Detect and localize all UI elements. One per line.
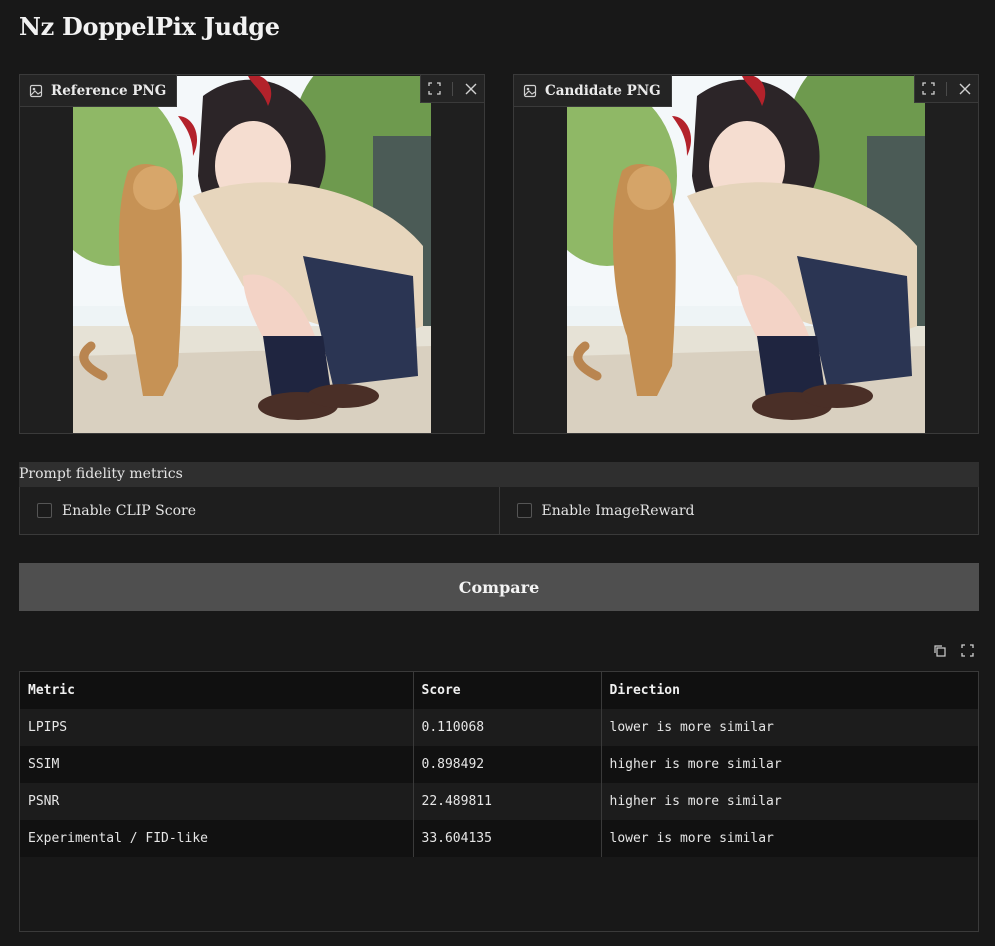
toolbar-divider xyxy=(946,81,947,96)
image-icon xyxy=(29,84,43,98)
direction-cell[interactable]: higher is more similar xyxy=(601,746,978,783)
metric-cell[interactable]: LPIPS xyxy=(20,709,414,746)
metric-cell[interactable]: SSIM xyxy=(20,746,414,783)
metric-cell[interactable]: PSNR xyxy=(20,783,414,820)
reference-image xyxy=(73,76,431,433)
toolbar-divider xyxy=(452,81,453,96)
candidate-image-label: Candidate PNG xyxy=(514,75,672,107)
imagereward-option[interactable]: Enable ImageReward xyxy=(498,487,979,534)
results-table: Metric Score Direction LPIPS 0.110068 lo… xyxy=(19,671,979,932)
table-row: LPIPS 0.110068 lower is more similar xyxy=(20,709,978,746)
results-toolbar xyxy=(931,642,975,658)
copy-icon[interactable] xyxy=(931,642,947,658)
score-cell[interactable]: 22.489811 xyxy=(413,783,602,820)
table-row: Experimental / FID-like 33.604135 lower … xyxy=(20,820,978,857)
candidate-label-text: Candidate PNG xyxy=(545,82,661,99)
direction-cell[interactable]: higher is more similar xyxy=(601,783,978,820)
candidate-image-panel[interactable]: Candidate PNG xyxy=(513,74,979,434)
page-title: Nz DoppelPix Judge xyxy=(19,12,280,41)
score-cell[interactable]: 33.604135 xyxy=(413,820,602,857)
direction-cell[interactable]: lower is more similar xyxy=(601,709,978,746)
table-row: PSNR 22.489811 higher is more similar xyxy=(20,783,978,820)
clip-score-option[interactable]: Enable CLIP Score xyxy=(20,487,499,534)
candidate-image xyxy=(567,76,925,433)
image-icon xyxy=(523,84,537,98)
prompt-fidelity-options: Enable CLIP Score Enable ImageReward xyxy=(19,487,979,535)
close-icon[interactable] xyxy=(463,81,479,97)
reference-image-panel[interactable]: Reference PNG xyxy=(19,74,485,434)
direction-cell[interactable]: lower is more similar xyxy=(601,820,978,857)
clip-score-checkbox[interactable] xyxy=(37,503,52,518)
column-header-metric[interactable]: Metric xyxy=(20,672,414,709)
column-header-direction[interactable]: Direction xyxy=(601,672,978,709)
fullscreen-icon[interactable] xyxy=(959,642,975,658)
close-icon[interactable] xyxy=(957,81,973,97)
score-cell[interactable]: 0.110068 xyxy=(413,709,602,746)
reference-image-label: Reference PNG xyxy=(20,75,178,107)
reference-label-text: Reference PNG xyxy=(51,82,167,99)
table-row: SSIM 0.898492 higher is more similar xyxy=(20,746,978,783)
score-cell[interactable]: 0.898492 xyxy=(413,746,602,783)
metric-cell[interactable]: Experimental / FID-like xyxy=(20,820,414,857)
column-header-score[interactable]: Score xyxy=(413,672,602,709)
clip-score-label: Enable CLIP Score xyxy=(62,502,197,519)
table-header-row: Metric Score Direction xyxy=(20,672,978,709)
imagereward-label: Enable ImageReward xyxy=(541,502,695,519)
prompt-fidelity-header: Prompt fidelity metrics xyxy=(19,462,979,487)
fullscreen-icon[interactable] xyxy=(920,81,936,97)
imagereward-checkbox[interactable] xyxy=(516,503,532,518)
candidate-image-toolbar xyxy=(914,75,978,103)
reference-image-toolbar xyxy=(420,75,484,103)
compare-button[interactable]: Compare xyxy=(19,563,979,611)
fullscreen-icon[interactable] xyxy=(426,81,442,97)
